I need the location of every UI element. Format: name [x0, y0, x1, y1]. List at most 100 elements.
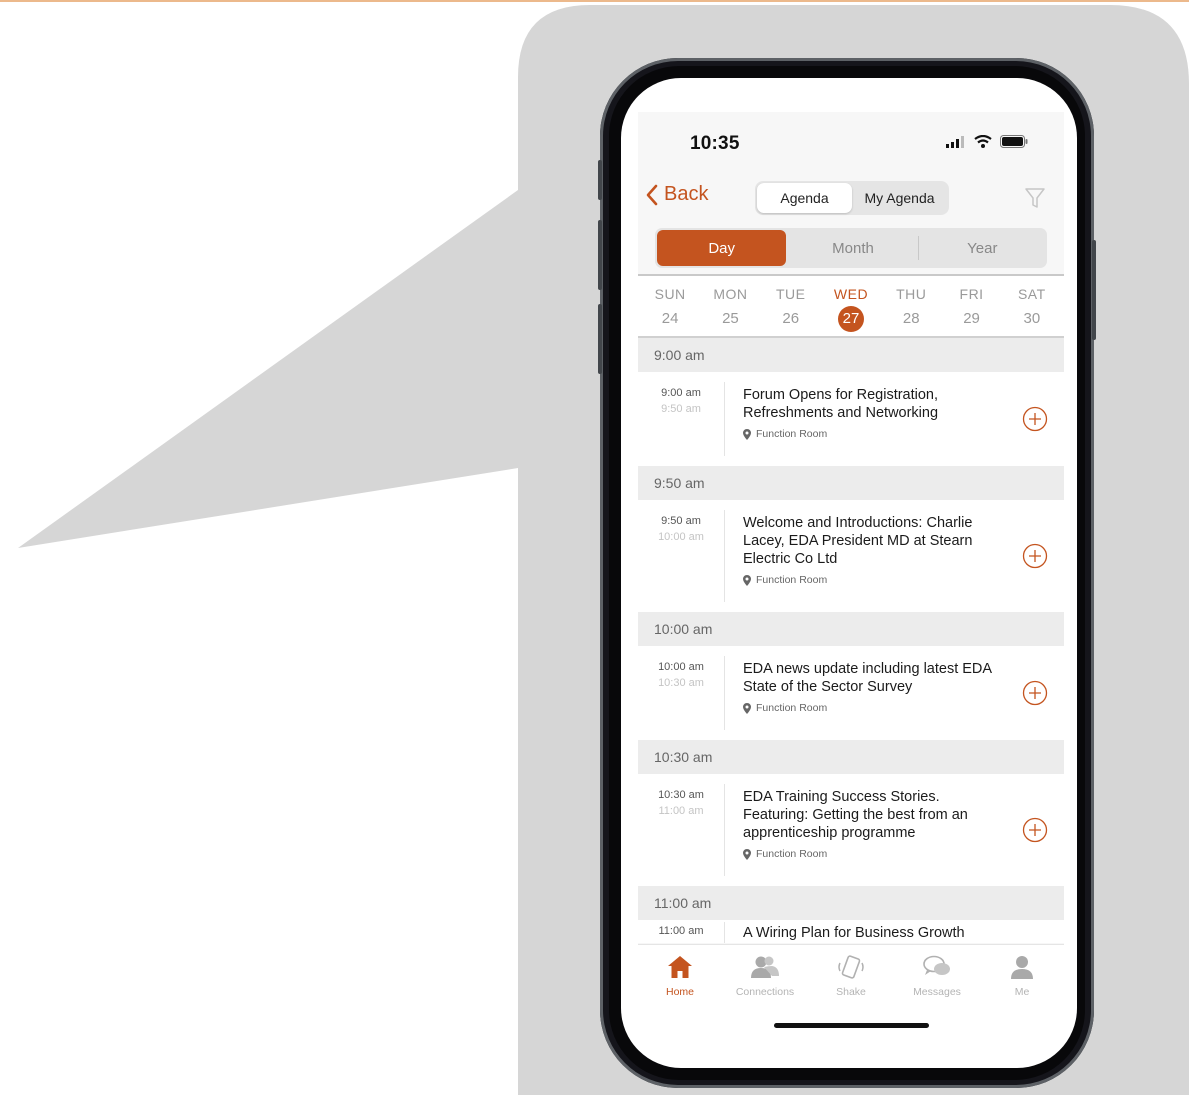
session-start: 9:50 am — [661, 515, 701, 527]
time-section-header: 10:30 am — [638, 740, 1064, 774]
day-thu[interactable]: THU 28 — [881, 276, 941, 336]
location-pin-icon — [743, 848, 751, 860]
session-times: 9:50 am 10:00 am — [638, 500, 724, 612]
week-strip: SUN 24 MON 25 TUE 26 WED 27 THU 28 FRI 29 SAT 3… — [638, 276, 1064, 338]
session-start: 10:30 am — [658, 789, 704, 801]
status-time: 10:35 — [690, 133, 740, 154]
day-sun[interactable]: SUN 24 — [640, 276, 700, 336]
location-label: Function Room — [756, 702, 828, 714]
location-pin-icon — [743, 702, 751, 714]
time-section-header: 10:00 am — [638, 612, 1064, 646]
tabbar-shake[interactable]: Shake — [811, 955, 891, 998]
segment-agenda[interactable]: Agenda — [757, 183, 852, 213]
day-name: SAT — [1017, 286, 1046, 302]
messages-icon — [923, 955, 950, 975]
session-start: 9:00 am — [661, 387, 701, 399]
time-section-header: 11:00 am — [638, 886, 1064, 920]
tab-month[interactable]: Month — [788, 228, 917, 268]
day-name: FRI — [959, 286, 984, 302]
day-fri[interactable]: FRI 29 — [941, 276, 1001, 336]
session-end: 10:00 am — [658, 531, 704, 543]
tabbar-label: Shake — [836, 986, 866, 998]
day-wed-selected[interactable]: WED 27 — [821, 276, 881, 336]
day-name: WED — [833, 286, 869, 302]
day-date: 26 — [782, 310, 800, 327]
day-sat[interactable]: SAT 30 — [1002, 276, 1062, 336]
view-tabs-control: Day Month Year — [655, 228, 1047, 268]
session-title: Welcome and Introductions: Charlie Lacey… — [743, 515, 973, 567]
tabbar-messages[interactable]: Messages — [897, 955, 977, 998]
app-content: 10:35 Back Agenda My Agenda Day Month Ye… — [638, 112, 1064, 1042]
session-row[interactable]: 10:00 am 10:30 am EDA news update includ… — [638, 646, 1064, 740]
location-label: Function Room — [756, 574, 828, 586]
tabbar-home[interactable]: Home — [640, 955, 720, 998]
session-row[interactable]: 11:00 am A Wiring Plan for Business Grow… — [638, 920, 1064, 943]
back-button[interactable]: Back — [646, 183, 708, 206]
session-title: EDA news update including latest EDA Sta… — [743, 661, 992, 695]
signal-icon — [946, 135, 964, 148]
session-row[interactable]: 9:00 am 9:50 am Forum Opens for Registra… — [638, 372, 1064, 466]
add-to-agenda-icon[interactable] — [1022, 817, 1048, 843]
status-icons — [946, 135, 1028, 148]
me-icon — [1011, 956, 1033, 979]
day-date: 30 — [1023, 310, 1041, 327]
tab-year[interactable]: Year — [917, 228, 1047, 268]
day-name: SUN — [654, 286, 686, 302]
chevron-left-icon — [646, 184, 658, 205]
status-bar: 10:35 — [638, 112, 1064, 176]
time-section-header: 9:00 am — [638, 338, 1064, 372]
phone-screen: 10:35 Back Agenda My Agenda Day Month Ye… — [621, 78, 1077, 1068]
session-start: 10:00 am — [658, 661, 704, 673]
day-tue[interactable]: TUE 26 — [761, 276, 821, 336]
phone-side-button — [1092, 240, 1096, 340]
session-end: 10:30 am — [658, 677, 704, 689]
session-info: EDA news update including latest EDA Sta… — [725, 646, 1064, 740]
session-info: Welcome and Introductions: Charlie Lacey… — [725, 500, 1064, 612]
tabbar-me[interactable]: Me — [982, 955, 1062, 998]
session-end: 11:00 am — [658, 805, 704, 817]
tabbar-label: Home — [665, 986, 694, 998]
session-start: 11:00 am — [658, 925, 704, 937]
add-to-agenda-icon[interactable] — [1022, 680, 1048, 706]
session-times: 10:30 am 11:00 am — [638, 774, 724, 886]
segment-my-agenda[interactable]: My Agenda — [852, 183, 947, 213]
shake-icon — [838, 955, 864, 979]
session-location: Function Room — [743, 574, 1004, 586]
session-location: Function Room — [743, 848, 1004, 860]
day-name: MON — [713, 286, 748, 302]
tabbar-label: Connections — [735, 986, 795, 998]
agenda-segmented-control: Agenda My Agenda — [755, 181, 949, 215]
home-icon — [668, 956, 692, 978]
day-mon[interactable]: MON 25 — [700, 276, 760, 336]
session-times: 10:00 am 10:30 am — [638, 646, 724, 740]
wifi-icon — [974, 135, 992, 148]
phone-side-button — [598, 304, 602, 374]
phone-side-button — [598, 160, 602, 200]
session-row[interactable]: 9:50 am 10:00 am Welcome and Introductio… — [638, 500, 1064, 612]
add-to-agenda-icon[interactable] — [1022, 543, 1048, 569]
session-title: A Wiring Plan for Business Growth — [743, 925, 965, 941]
filter-icon[interactable] — [1024, 186, 1046, 210]
session-title: EDA Training Success Stories. Featuring:… — [743, 789, 968, 841]
tab-day[interactable]: Day — [657, 230, 787, 266]
tabbar-label: Me — [1014, 986, 1030, 998]
session-times: 11:00 am — [638, 920, 724, 943]
back-label: Back — [664, 183, 709, 205]
session-row[interactable]: 10:30 am 11:00 am EDA Training Success S… — [638, 774, 1064, 886]
day-date: 28 — [902, 310, 920, 327]
add-to-agenda-icon[interactable] — [1022, 406, 1048, 432]
time-section-header: 9:50 am — [638, 466, 1064, 500]
session-end: 9:50 am — [661, 403, 701, 415]
session-list[interactable]: 9:00 am 9:00 am 9:50 am Forum Opens for … — [638, 338, 1064, 943]
day-date: 27 — [837, 306, 864, 332]
home-indicator[interactable] — [774, 1023, 929, 1028]
location-pin-icon — [743, 428, 751, 440]
tabbar-connections[interactable]: Connections — [725, 955, 805, 998]
battery-icon — [1000, 135, 1028, 148]
location-label: Function Room — [756, 848, 828, 860]
day-date: 25 — [722, 310, 739, 327]
session-info: EDA Training Success Stories. Featuring:… — [725, 774, 1064, 886]
view-tabs: Day Month Year — [638, 220, 1064, 276]
navigation-bar: Back Agenda My Agenda — [638, 176, 1064, 220]
session-info: A Wiring Plan for Business Growth — [725, 920, 1064, 943]
